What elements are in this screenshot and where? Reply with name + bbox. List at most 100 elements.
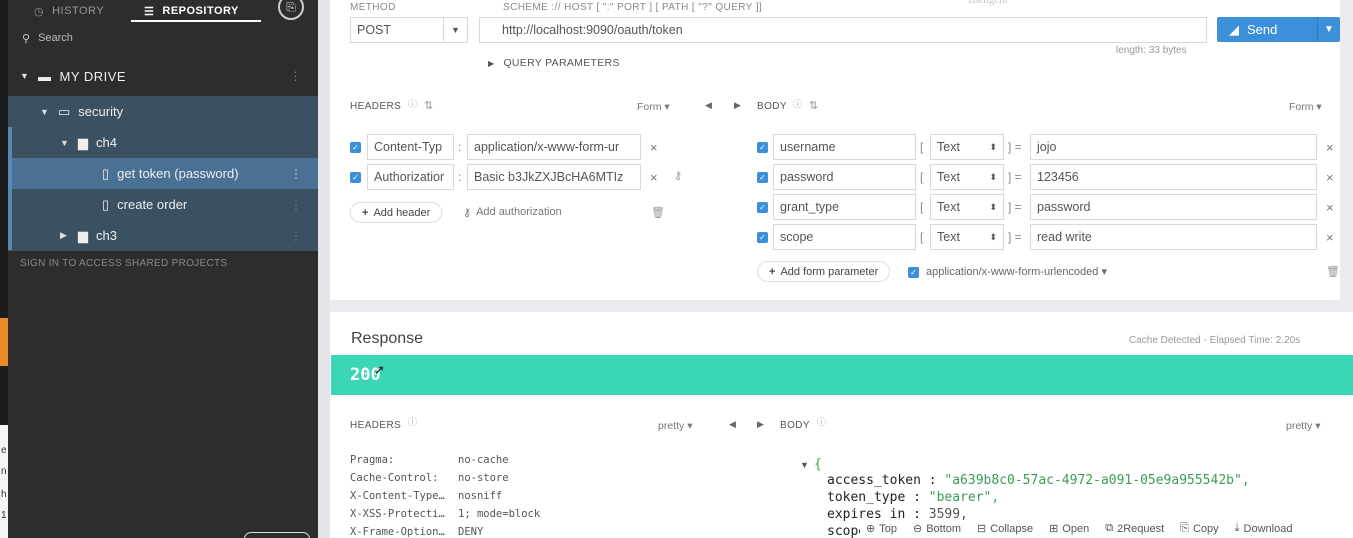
add-authorization-button[interactable]: ⚷ Add authorization — [463, 206, 562, 219]
method-select[interactable]: POST — [350, 17, 444, 43]
add-header-button[interactable]: + Add header — [350, 202, 443, 223]
header-checkbox[interactable]: ✓ — [350, 142, 361, 153]
updown-icon: ⬍ — [989, 141, 997, 152]
tree-item-security[interactable]: ▼ ▭ security — [8, 96, 318, 127]
search-input[interactable] — [38, 32, 299, 44]
toolbar-2request-button[interactable]: ⧉ 2Request — [1105, 522, 1164, 535]
sort-icon[interactable]: ⇅ — [424, 99, 433, 112]
param-key-input[interactable]: grant_type — [773, 194, 916, 220]
toolbar-download-button[interactable]: ⤓ Download — [1235, 522, 1293, 535]
help-icon[interactable]: ⓘ — [408, 97, 417, 110]
response-header-name: Cache-Control: — [350, 472, 439, 484]
param-value-input[interactable]: read write — [1030, 224, 1317, 250]
json-line: access_token : "a639b8c0-57ac-4972-a091-… — [827, 473, 1250, 488]
caret-right-icon: ▶ — [60, 230, 67, 240]
collapse-left-icon[interactable]: ◀ — [705, 100, 712, 111]
param-key-input[interactable]: username — [773, 134, 916, 160]
response-headers-format-dropdown[interactable]: pretty ▾ — [658, 420, 692, 432]
param-type-select[interactable]: Text ⬍ — [930, 224, 1004, 250]
search-bar: ⚲ — [8, 26, 318, 50]
toolbar-collapse-button[interactable]: ⊟ Collapse — [977, 522, 1033, 536]
bracket-open: [ — [920, 170, 924, 184]
param-type: Text — [937, 230, 960, 244]
minus-square-icon: ⊟ — [977, 523, 987, 535]
headers-format-dropdown[interactable]: Form ▾ — [637, 101, 670, 113]
sidebar-bottom-button[interactable] — [244, 532, 310, 538]
status-bar: 200 — [331, 355, 1353, 395]
bracket-close-equals: ] = — [1008, 230, 1022, 244]
toolbar-top-button[interactable]: ⊕ Top — [866, 522, 897, 536]
toolbar-bottom-button[interactable]: ⊖ Bottom — [913, 522, 961, 536]
tree-item-ch3[interactable]: ▶ ▆ ch3 ⋮ — [8, 220, 318, 251]
key-icon[interactable]: ⚷ — [674, 169, 682, 182]
json-collapse-icon[interactable]: ▼ — [800, 460, 809, 470]
send-options-button[interactable]: ▼ — [1317, 17, 1340, 42]
drive-header[interactable]: ▼ ▬ MY DRIVE ⋮ — [8, 62, 318, 90]
remove-param-icon[interactable]: × — [1326, 200, 1334, 215]
kebab-menu-icon[interactable]: ⋮ — [290, 69, 303, 83]
response-header-name: Pragma: — [350, 454, 395, 466]
clock-icon: ◷ — [34, 5, 45, 18]
add-form-parameter-button[interactable]: + Add form parameter — [757, 261, 891, 282]
send-button[interactable]: ◢ Send ▼ — [1217, 17, 1340, 42]
param-type-select[interactable]: Text ⬍ — [930, 164, 1004, 190]
header-value: Basic b3JkZXJBcHA6MTIz — [474, 170, 624, 184]
collapse-right-icon[interactable]: ▶ — [757, 419, 764, 430]
remove-param-icon[interactable]: × — [1326, 170, 1334, 185]
trash-icon[interactable]: 🗑 — [651, 206, 665, 219]
response-body-format-dropdown[interactable]: pretty ▾ — [1286, 420, 1320, 432]
tree-item-get-token[interactable]: ▯ get token (password) ⋮ — [8, 158, 318, 189]
header-value-input[interactable]: application/x-www-form-ur — [467, 134, 641, 160]
toolbar-copy-button[interactable]: ⎘ Copy — [1180, 522, 1219, 535]
body-format-dropdown[interactable]: Form ▾ — [1289, 101, 1322, 113]
kebab-menu-icon[interactable]: ⋮ — [290, 167, 302, 181]
param-value-input[interactable]: 123456 — [1030, 164, 1317, 190]
help-icon[interactable]: ⓘ — [817, 415, 826, 428]
collapse-left-icon[interactable]: ◀ — [729, 419, 736, 430]
url-input[interactable]: http://localhost:9090/oauth/token — [479, 17, 1207, 43]
caret-down-icon: ▾ — [664, 101, 670, 113]
drive-label: MY DRIVE — [59, 68, 127, 84]
param-checkbox[interactable]: ✓ — [757, 142, 768, 153]
kebab-menu-icon[interactable]: ⋮ — [290, 198, 302, 212]
tree-item-ch4[interactable]: ▼ ▆ ch4 — [8, 127, 318, 158]
sort-icon[interactable]: ⇅ — [809, 99, 818, 112]
remove-header-icon[interactable]: × — [650, 140, 658, 155]
tab-history[interactable]: ◷ HISTORY — [34, 0, 104, 22]
param-value-input[interactable]: jojo — [1030, 134, 1317, 160]
trash-icon[interactable]: 🗑 — [1326, 265, 1340, 278]
remove-header-icon[interactable]: × — [650, 170, 658, 185]
tab-repository[interactable]: ☰ REPOSITORY — [144, 0, 239, 22]
new-file-button[interactable]: ⎘ — [278, 0, 304, 20]
param-key-input[interactable]: password — [773, 164, 916, 190]
header-name-input[interactable]: Authorizatior — [367, 164, 454, 190]
query-params-toggle[interactable]: ▶ QUERY PARAMETERS — [488, 57, 620, 70]
tree-item-label: security — [78, 104, 124, 119]
body-title: BODY — [757, 101, 787, 112]
param-value-input[interactable]: password — [1030, 194, 1317, 220]
param-checkbox[interactable]: ✓ — [757, 232, 768, 243]
param-type-select[interactable]: Text ⬍ — [930, 134, 1004, 160]
header-checkbox[interactable]: ✓ — [350, 172, 361, 183]
param-checkbox[interactable]: ✓ — [757, 172, 768, 183]
method-dropdown-button[interactable]: ▼ — [443, 17, 468, 43]
header-name-input[interactable]: Content-Typ — [367, 134, 454, 160]
send-main[interactable]: ◢ Send — [1217, 22, 1317, 38]
collapse-right-icon[interactable]: ▶ — [734, 100, 741, 111]
remove-param-icon[interactable]: × — [1326, 140, 1334, 155]
json-string: "bearer", — [928, 490, 1000, 505]
help-icon[interactable]: ⓘ — [793, 97, 802, 110]
param-key-input[interactable]: scope — [773, 224, 916, 250]
tree-item-create-order[interactable]: ▯ create order ⋮ — [8, 189, 318, 220]
toolbar-open-button[interactable]: ⊞ Open — [1049, 522, 1089, 536]
help-icon[interactable]: ⓘ — [408, 415, 417, 428]
kebab-menu-icon[interactable]: ⋮ — [290, 229, 302, 243]
param-type-select[interactable]: Text ⬍ — [930, 194, 1004, 220]
remove-param-icon[interactable]: × — [1326, 230, 1334, 245]
encoding-dropdown[interactable]: application/x-www-form-urlencoded ▾ — [926, 265, 1107, 278]
param-checkbox[interactable]: ✓ — [757, 202, 768, 213]
encoding-checkbox[interactable]: ✓ — [908, 267, 919, 278]
header-value-input[interactable]: Basic b3JkZXJBcHA6MTIz — [467, 164, 641, 190]
signin-link[interactable]: SIGN IN TO ACCESS SHARED PROJECTS — [20, 258, 227, 269]
param-key: scope — [780, 230, 814, 244]
